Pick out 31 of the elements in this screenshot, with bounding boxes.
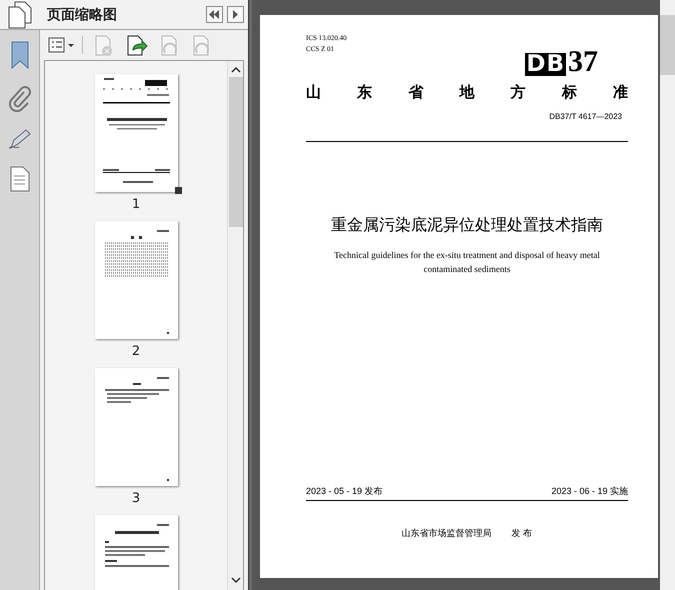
pages-icon[interactable] bbox=[8, 0, 32, 28]
scroll-down-icon[interactable] bbox=[230, 577, 240, 584]
panel-title: 页面缩略图 bbox=[47, 6, 118, 24]
standard-category: 山 东 省 地 方 标 准 bbox=[306, 83, 628, 102]
scrollbar[interactable] bbox=[227, 61, 243, 590]
insert-page-icon[interactable] bbox=[125, 34, 149, 56]
page-number: 3 bbox=[132, 491, 140, 506]
effective-date: 2023 - 06 - 19 实施 bbox=[551, 485, 628, 498]
collapse-panel-button[interactable] bbox=[206, 6, 223, 23]
page-number: 2 bbox=[132, 344, 140, 359]
bookmark-icon[interactable] bbox=[10, 40, 30, 70]
page-thumbnail[interactable] bbox=[94, 221, 178, 339]
signature-pen-icon[interactable] bbox=[8, 128, 32, 150]
issuer-name: 山东省市场监督管理局 bbox=[402, 527, 492, 540]
standard-logo: DB bbox=[525, 53, 566, 76]
scroll-thumb[interactable] bbox=[660, 15, 675, 75]
paperclip-icon[interactable] bbox=[8, 86, 30, 112]
page-thumbnail[interactable] bbox=[94, 74, 178, 192]
expand-panel-button[interactable] bbox=[227, 6, 244, 23]
standard-code: DB37/T 4617—2023 bbox=[549, 112, 622, 121]
page-number: 1 bbox=[132, 197, 140, 212]
scrollbar[interactable] bbox=[660, 0, 675, 590]
standard-logo-number: 37 bbox=[568, 47, 598, 77]
issue-label: 发 布 bbox=[512, 527, 532, 540]
document-subtitle: Technical guidelines for the ex-situ treatment and disposal of heavy metal contaminated sediments bbox=[333, 249, 601, 276]
scroll-thumb[interactable] bbox=[228, 77, 242, 227]
document-title: 重金属污染底泥异位处理处置技术指南 bbox=[330, 216, 604, 236]
page-thumbnail[interactable] bbox=[94, 368, 178, 486]
issue-date: 2023 - 05 - 19 发布 bbox=[306, 485, 383, 498]
document-icon[interactable] bbox=[10, 166, 30, 192]
scroll-up-icon[interactable] bbox=[230, 66, 240, 73]
